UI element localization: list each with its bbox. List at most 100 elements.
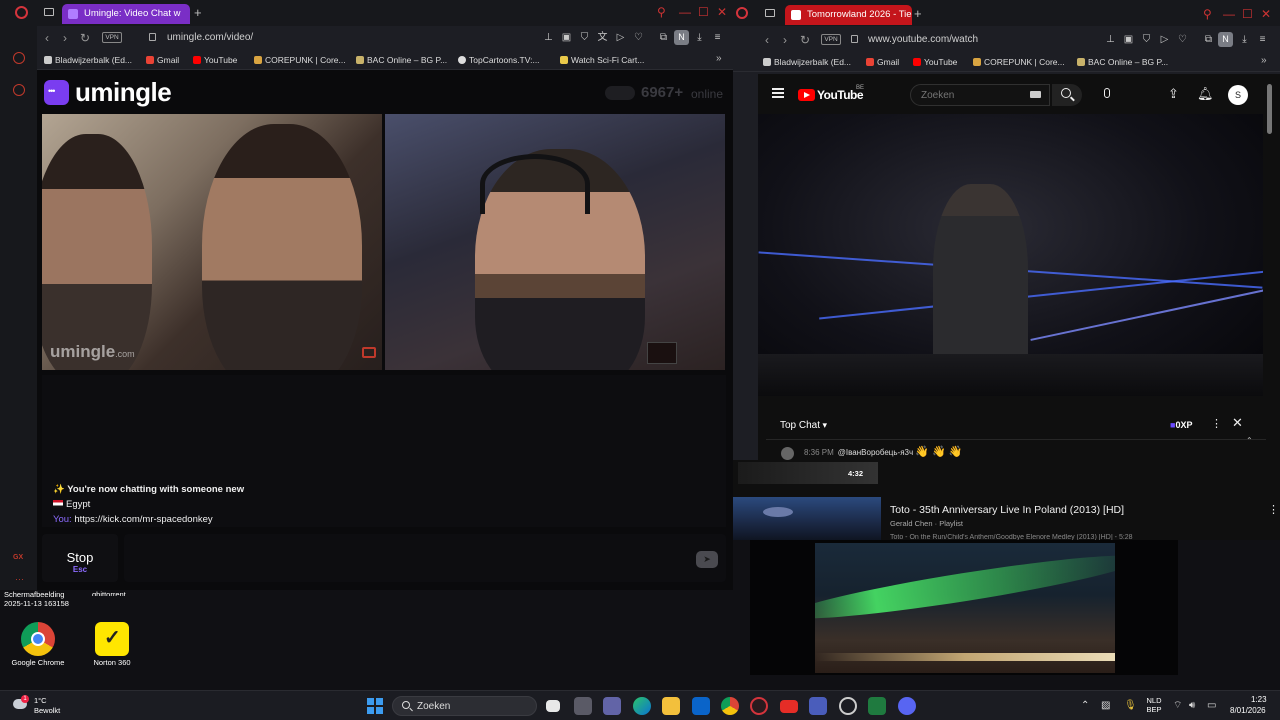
sidebar-more-icon[interactable]: ···: [15, 574, 24, 584]
menu-icon[interactable]: ≡: [1257, 34, 1268, 45]
search-input[interactable]: [910, 84, 1050, 106]
clock-date[interactable]: 8/01/2026: [1230, 706, 1266, 715]
opera-logo-icon[interactable]: [15, 6, 28, 19]
store-icon[interactable]: [574, 697, 592, 715]
extensions-icon[interactable]: ⧉: [1203, 34, 1214, 45]
close-window-button[interactable]: ✕: [717, 5, 727, 19]
weather-description[interactable]: Bewolkt: [34, 706, 60, 715]
create-upload-icon[interactable]: ⇪: [1168, 86, 1179, 102]
opera-gx-taskbar-icon[interactable]: [750, 697, 768, 715]
youtube-taskbar-icon[interactable]: [780, 700, 798, 713]
profile-avatar[interactable]: N: [674, 30, 689, 45]
reload-button[interactable]: ↻: [800, 32, 810, 48]
tab-switcher-icon[interactable]: [44, 8, 54, 16]
snapshot-icon[interactable]: ▣: [1123, 34, 1134, 45]
forward-button[interactable]: ›: [783, 32, 787, 48]
outlook-icon[interactable]: [692, 697, 710, 715]
notifications-bell-icon[interactable]: 🔔︎: [1197, 86, 1214, 102]
playlist-channel[interactable]: Gerald Chen · Playlist: [890, 519, 963, 529]
tab-umingle[interactable]: Umingle: Video Chat w: [62, 4, 190, 24]
url-field[interactable]: umingle.com/video/: [167, 32, 253, 44]
back-button[interactable]: ‹: [765, 32, 769, 48]
discord-icon[interactable]: [898, 697, 916, 715]
playlist-thumbnail[interactable]: [733, 497, 881, 540]
vpn-badge[interactable]: VPN: [821, 34, 841, 45]
bookmark-bac-online[interactable]: BAC Online – BG P...: [1077, 56, 1168, 68]
tray-app-icon[interactable]: ▨: [1101, 700, 1110, 712]
download-icon[interactable]: ⤓: [694, 32, 705, 43]
bookmark-gmail[interactable]: Gmail: [866, 56, 899, 68]
xp-badge[interactable]: 0XP: [1170, 419, 1192, 431]
maximize-button[interactable]: ☐: [1242, 7, 1253, 21]
sidebar-gx-icon[interactable]: GX: [13, 554, 25, 566]
new-tab-button[interactable]: +: [194, 5, 202, 21]
screenshot-file-label[interactable]: Schermafbeelding 2025-11-13 163158: [4, 590, 69, 608]
volume-icon[interactable]: 🔊︎: [1189, 700, 1195, 712]
tray-mic-icon[interactable]: 🎙︎: [1124, 700, 1137, 712]
google-chrome-label[interactable]: Google Chrome: [6, 658, 70, 667]
forward-button[interactable]: ›: [63, 30, 67, 46]
pin-icon[interactable]: ⊥: [1105, 34, 1116, 45]
playlist-title[interactable]: Toto - 35th Anniversary Live In Poland (…: [890, 504, 1124, 516]
bookmark-corepunk[interactable]: COREPUNK | Core...: [973, 56, 1065, 68]
battery-icon[interactable]: ▭: [1207, 700, 1216, 712]
search-tabs-icon[interactable]: ⚲: [657, 5, 666, 19]
shield-icon[interactable]: ⛉: [1141, 34, 1152, 45]
bookmark-bac-online[interactable]: BAC Online – BG P...: [356, 54, 447, 66]
bookmark-topcartoons[interactable]: TopCartoons.TV:...: [458, 54, 540, 66]
more-bookmarks-icon[interactable]: »: [716, 53, 722, 64]
bookmark-youtube[interactable]: YouTube: [193, 54, 237, 66]
page-scrollbar[interactable]: [1267, 84, 1272, 134]
norton-360-icon[interactable]: [95, 622, 129, 656]
input-language[interactable]: NLD BEP: [1146, 696, 1162, 714]
url-field[interactable]: www.youtube.com/watch: [868, 34, 978, 46]
shield-icon[interactable]: ⛉: [579, 32, 590, 43]
weather-temperature[interactable]: 1°C: [34, 696, 47, 705]
sidebar-messenger-icon[interactable]: [13, 52, 25, 64]
bookmark-folder[interactable]: Bladwijzerbalk (Ed...: [44, 54, 132, 66]
bookmark-youtube[interactable]: YouTube: [913, 56, 957, 68]
play-icon[interactable]: ▷: [615, 32, 626, 43]
more-bookmarks-icon[interactable]: »: [1261, 55, 1267, 66]
umingle-logo-text[interactable]: umingle: [75, 76, 172, 108]
new-tab-button[interactable]: +: [914, 6, 922, 22]
tab-switcher-icon[interactable]: [765, 9, 775, 17]
account-avatar[interactable]: S: [1228, 85, 1248, 105]
online-toggle[interactable]: [605, 86, 635, 100]
bookmark-scifi[interactable]: Watch Sci-Fi Cart...: [560, 54, 644, 66]
teams-icon[interactable]: [603, 697, 621, 715]
google-chrome-icon[interactable]: [21, 622, 55, 656]
search-button[interactable]: [1052, 84, 1082, 106]
heart-icon[interactable]: ♡: [633, 32, 644, 43]
extensions-icon[interactable]: ⧉: [658, 32, 669, 43]
snapshot-icon[interactable]: ▣: [561, 32, 572, 43]
menu-icon[interactable]: ≡: [712, 32, 723, 43]
stop-button[interactable]: Stop Esc: [42, 534, 118, 582]
wifi-icon[interactable]: ⌔: [1173, 700, 1182, 712]
task-view-icon[interactable]: [546, 700, 560, 712]
chat-more-icon[interactable]: ⋮: [1211, 417, 1222, 431]
playlist-more-icon[interactable]: ⋮: [1268, 504, 1279, 516]
tab-youtube[interactable]: Tomorrowland 2026 - Tie: [785, 5, 912, 25]
hamburger-menu-icon[interactable]: [772, 88, 784, 98]
keyboard-icon[interactable]: [1030, 91, 1041, 98]
sidebar-history-icon[interactable]: [13, 84, 25, 96]
message-input[interactable]: [124, 534, 726, 582]
opera-logo-icon[interactable]: [736, 7, 748, 19]
chrome-taskbar-icon[interactable]: [721, 697, 739, 715]
top-chat-dropdown[interactable]: Top Chat: [780, 419, 827, 432]
download-icon[interactable]: ⤓: [1239, 34, 1250, 45]
calculator-icon[interactable]: [809, 697, 827, 715]
report-flag-icon[interactable]: [362, 347, 376, 358]
profile-avatar[interactable]: N: [1218, 32, 1233, 47]
windows-start-icon[interactable]: [367, 698, 383, 714]
translate-icon[interactable]: 文: [597, 32, 608, 43]
vpn-badge[interactable]: VPN: [102, 32, 122, 43]
send-button[interactable]: ➤: [696, 551, 718, 568]
bookmark-corepunk[interactable]: COREPUNK | Core...: [254, 54, 346, 66]
norton-360-label[interactable]: Norton 360: [82, 658, 142, 667]
play-icon[interactable]: ▷: [1159, 34, 1170, 45]
close-window-button[interactable]: ✕: [1261, 7, 1271, 21]
file-explorer-icon[interactable]: [662, 697, 680, 715]
close-chat-button[interactable]: ✕: [1232, 416, 1243, 430]
